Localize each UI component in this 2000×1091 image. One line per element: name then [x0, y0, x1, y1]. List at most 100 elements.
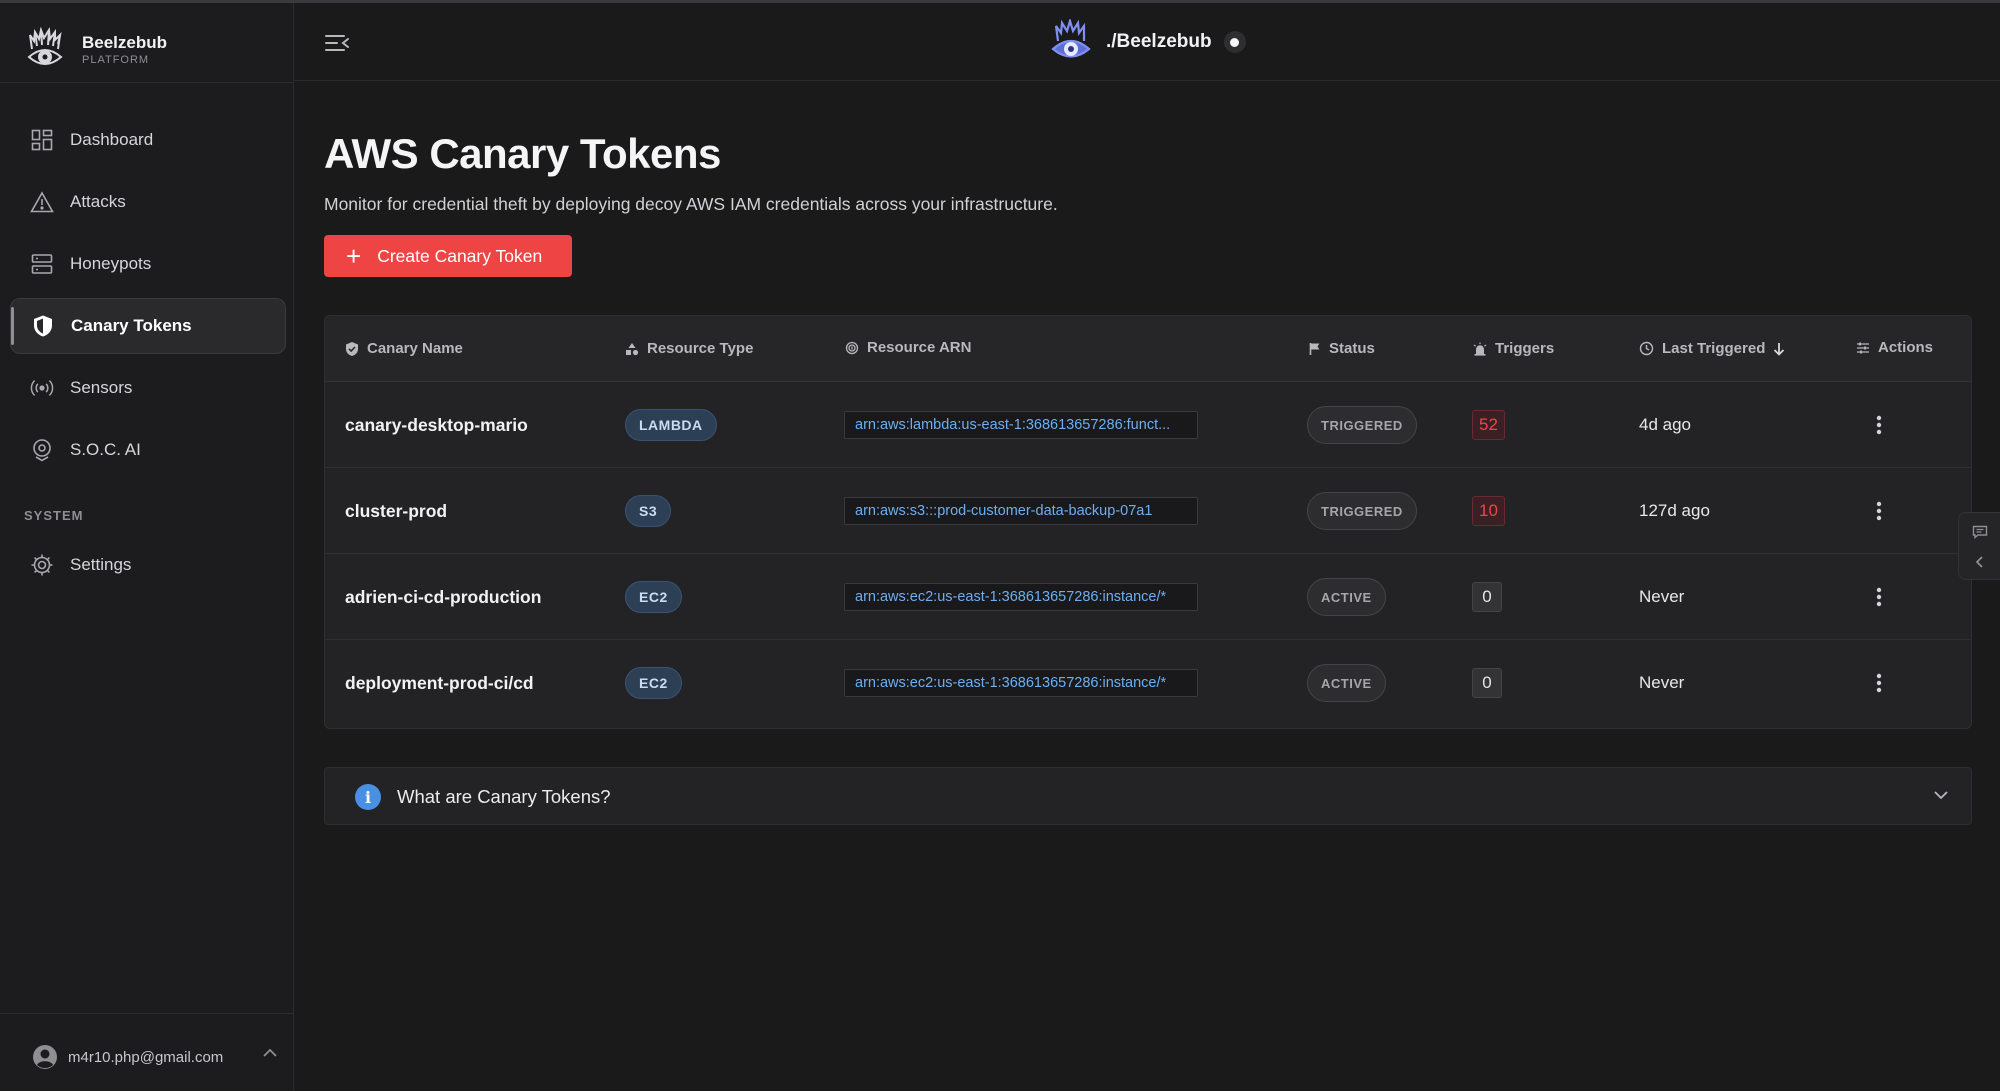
sidebar-item-soc-ai[interactable]: S.O.C. AI [10, 422, 286, 478]
avatar-icon [33, 1045, 57, 1069]
canary-tokens-table: Canary Name Resource Type Resource ARN S… [324, 315, 1972, 729]
sidebar-item-label: Sensors [70, 378, 133, 397]
resource-type-badge: EC2 [625, 581, 682, 613]
sidebar: Beelzebub PLATFORM Dashboard Attacks Hon… [0, 3, 294, 1091]
page-title: AWS Canary Tokens [324, 130, 721, 177]
user-menu[interactable]: m4r10.php@gmail.com [0, 1013, 294, 1091]
shield-icon [31, 314, 55, 338]
user-email: m4r10.php@gmail.com [68, 1048, 224, 1066]
last-triggered: 4d ago [1639, 415, 1691, 434]
status-badge: TRIGGERED [1307, 492, 1417, 530]
canary-name[interactable]: canary-desktop-mario [345, 415, 528, 436]
plus-icon: + [346, 241, 362, 271]
brand[interactable]: Beelzebub PLATFORM [22, 27, 167, 73]
canary-name[interactable]: adrien-ci-cd-production [345, 587, 541, 608]
column-header-actions: Actions [1856, 339, 1933, 356]
sidebar-item-label: Dashboard [70, 130, 154, 149]
triggers-count: 10 [1472, 496, 1505, 526]
sidebar-item-canary-tokens[interactable]: Canary Tokens [10, 298, 286, 354]
canary-name[interactable]: cluster-prod [345, 501, 447, 522]
column-label: Last Triggered [1662, 340, 1766, 357]
chat-icon [1972, 525, 1988, 539]
fingerprint-icon [845, 341, 859, 355]
table-header: Canary Name Resource Type Resource ARN S… [325, 316, 1971, 382]
last-triggered: Never [1639, 673, 1685, 692]
status-badge: TRIGGERED [1307, 406, 1417, 444]
beelzebub-logo-icon [1051, 19, 1091, 58]
resource-arn[interactable]: arn:aws:ec2:us-east-1:368613657286:insta… [844, 669, 1198, 697]
sidebar-item-dashboard[interactable]: Dashboard [10, 112, 286, 168]
column-label: Resource ARN [867, 339, 972, 356]
resource-type-badge: EC2 [625, 667, 682, 699]
flag-icon [1309, 342, 1321, 356]
resource-type-badge: S3 [625, 495, 672, 527]
sidebar-item-label: Attacks [70, 192, 126, 211]
resource-type-badge: LAMBDA [625, 409, 717, 441]
triggers-count: 52 [1472, 410, 1505, 440]
row-actions-menu-icon[interactable] [1867, 410, 1891, 440]
shield-check-icon [345, 341, 359, 357]
sidebar-item-label: S.O.C. AI [70, 440, 141, 459]
create-canary-token-button[interactable]: + Create Canary Token [324, 235, 572, 277]
feedback-side-tab[interactable] [1958, 512, 2000, 580]
last-triggered: Never [1639, 587, 1685, 606]
resource-arn[interactable]: arn:aws:lambda:us-east-1:368613657286:fu… [844, 411, 1198, 439]
resource-arn[interactable]: arn:aws:ec2:us-east-1:368613657286:insta… [844, 583, 1198, 611]
row-actions-menu-icon[interactable] [1867, 496, 1891, 526]
warning-icon [30, 190, 54, 214]
column-header-resource-type[interactable]: Resource Type [625, 340, 753, 357]
column-header-last-triggered[interactable]: Last Triggered [1639, 340, 1785, 357]
header-brand[interactable]: ./Beelzebub [1048, 19, 1246, 65]
faq-title: What are Canary Tokens? [397, 786, 611, 807]
sidebar-divider [0, 82, 294, 83]
column-label: Status [1329, 340, 1375, 357]
table-row[interactable]: cluster-prod S3 arn:aws:s3:::prod-customer… [325, 468, 1971, 554]
sidebar-item-sensors[interactable]: Sensors [10, 360, 286, 416]
table-row[interactable]: canary-desktop-mario LAMBDA arn:aws:lambda… [325, 382, 1971, 468]
top-header: ./Beelzebub [294, 3, 2000, 81]
sort-arrow-down-icon[interactable] [1773, 342, 1785, 356]
column-label: Triggers [1495, 340, 1555, 357]
sliders-icon [1856, 342, 1870, 354]
column-header-resource-arn[interactable]: Resource ARN [845, 339, 971, 356]
server-icon [30, 252, 54, 276]
resource-arn[interactable]: arn:aws:s3:::prod-customer-data-backup-0… [844, 497, 1198, 525]
grid-icon [30, 128, 54, 152]
column-header-status[interactable]: Status [1309, 340, 1375, 357]
info-icon: i [355, 784, 381, 810]
brand-subtitle: PLATFORM [82, 54, 150, 66]
table-row[interactable]: adrien-ci-cd-production EC2 arn:aws:ec2:us… [325, 554, 1971, 640]
column-label: Canary Name [367, 340, 463, 357]
create-canary-token-label: Create Canary Token [377, 245, 543, 266]
faq-what-are-canary-tokens[interactable]: i What are Canary Tokens? [324, 767, 1972, 825]
sidebar-item-label: Canary Tokens [71, 316, 192, 335]
column-label: Actions [1878, 339, 1934, 356]
sidebar-item-attacks[interactable]: Attacks [10, 174, 286, 230]
system-section-label: SYSTEM [24, 508, 84, 523]
gear-icon [30, 553, 54, 577]
shapes-icon [625, 342, 639, 356]
beelzebub-logo-icon [27, 27, 63, 65]
canary-name[interactable]: deployment-prod-ci/cd [345, 673, 534, 694]
sidebar-item-label: Honeypots [70, 254, 152, 273]
sidebar-item-settings[interactable]: Settings [10, 537, 286, 593]
column-header-triggers[interactable]: Triggers [1473, 340, 1554, 357]
column-label: Resource Type [647, 340, 754, 357]
column-header-canary-name[interactable]: Canary Name [345, 340, 463, 357]
status-badge: ACTIVE [1307, 578, 1386, 616]
row-actions-menu-icon[interactable] [1867, 582, 1891, 612]
brand-name: Beelzebub [82, 33, 168, 52]
broadcast-icon [30, 376, 54, 400]
sidebar-collapse-icon[interactable] [324, 31, 350, 55]
chevron-up-icon[interactable] [262, 1048, 278, 1058]
chevron-down-icon [1934, 791, 1948, 800]
last-triggered: 127d ago [1639, 501, 1710, 520]
row-actions-menu-icon[interactable] [1867, 668, 1891, 698]
sidebar-item-honeypots[interactable]: Honeypots [10, 236, 286, 292]
sidebar-item-label: Settings [70, 555, 132, 574]
status-indicator [1223, 31, 1246, 53]
ai-pin-icon [30, 438, 54, 462]
table-row[interactable]: deployment-prod-ci/cd EC2 arn:aws:ec2:us-e… [325, 640, 1971, 726]
header-title: ./Beelzebub [1106, 31, 1212, 52]
alarm-icon [1473, 342, 1487, 356]
